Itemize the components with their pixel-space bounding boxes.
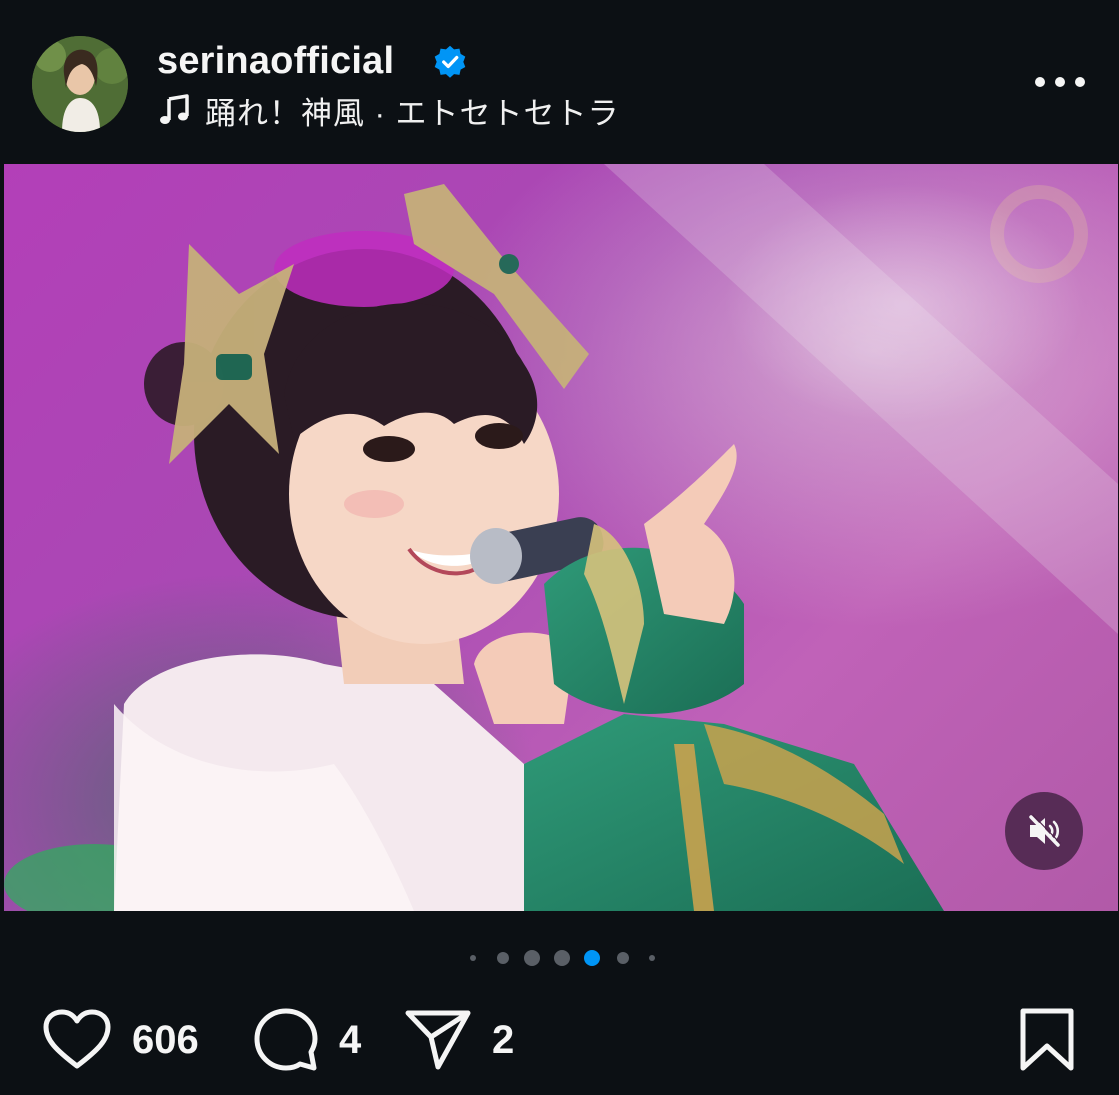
performer-photo bbox=[4, 164, 1118, 911]
carousel-dot[interactable] bbox=[470, 955, 476, 961]
music-note-icon bbox=[160, 94, 189, 124]
speaker-muted-icon bbox=[1029, 814, 1061, 847]
avatar[interactable] bbox=[32, 36, 128, 132]
mute-toggle-button[interactable] bbox=[1005, 792, 1083, 870]
action-bar: 606 4 2 bbox=[0, 995, 1119, 1085]
carousel-dot[interactable] bbox=[617, 952, 629, 964]
carousel-dot[interactable] bbox=[649, 955, 655, 961]
audio-track[interactable]: 踊れ！神風 · エトセトセトラ bbox=[157, 90, 620, 131]
carousel-dot[interactable] bbox=[554, 950, 570, 966]
save-button[interactable] bbox=[1018, 995, 1076, 1085]
carousel-dot[interactable] bbox=[524, 950, 540, 966]
share-count: 2 bbox=[492, 1017, 515, 1062]
comment-count: 4 bbox=[339, 1017, 362, 1062]
carousel-dot[interactable] bbox=[497, 952, 509, 964]
username[interactable]: serinaofficial bbox=[157, 40, 394, 83]
like-count[interactable]: 606 bbox=[132, 1018, 199, 1063]
verified-badge-icon bbox=[434, 45, 466, 78]
like-button[interactable]: 606 bbox=[42, 995, 199, 1085]
heart-icon bbox=[43, 1009, 111, 1069]
audio-track-label: 踊れ！神風 · エトセトセトラ bbox=[205, 95, 620, 131]
share-button[interactable]: 2 bbox=[404, 995, 514, 1085]
post-header: serinaofficial 踊れ！神風 · エトセトセトラ bbox=[0, 0, 1119, 162]
comment-bubble-icon bbox=[254, 1008, 318, 1071]
comment-button[interactable]: 4 bbox=[253, 995, 361, 1085]
bookmark-icon bbox=[1020, 1008, 1074, 1071]
instagram-post: serinaofficial 踊れ！神風 · エトセトセトラ 606 4 2 bbox=[0, 0, 1119, 1095]
post-media[interactable] bbox=[4, 164, 1118, 911]
paper-plane-icon bbox=[405, 1010, 471, 1070]
carousel-dot-active[interactable] bbox=[584, 950, 600, 966]
more-options-icon[interactable] bbox=[1030, 64, 1090, 100]
carousel-indicator bbox=[0, 944, 1119, 970]
